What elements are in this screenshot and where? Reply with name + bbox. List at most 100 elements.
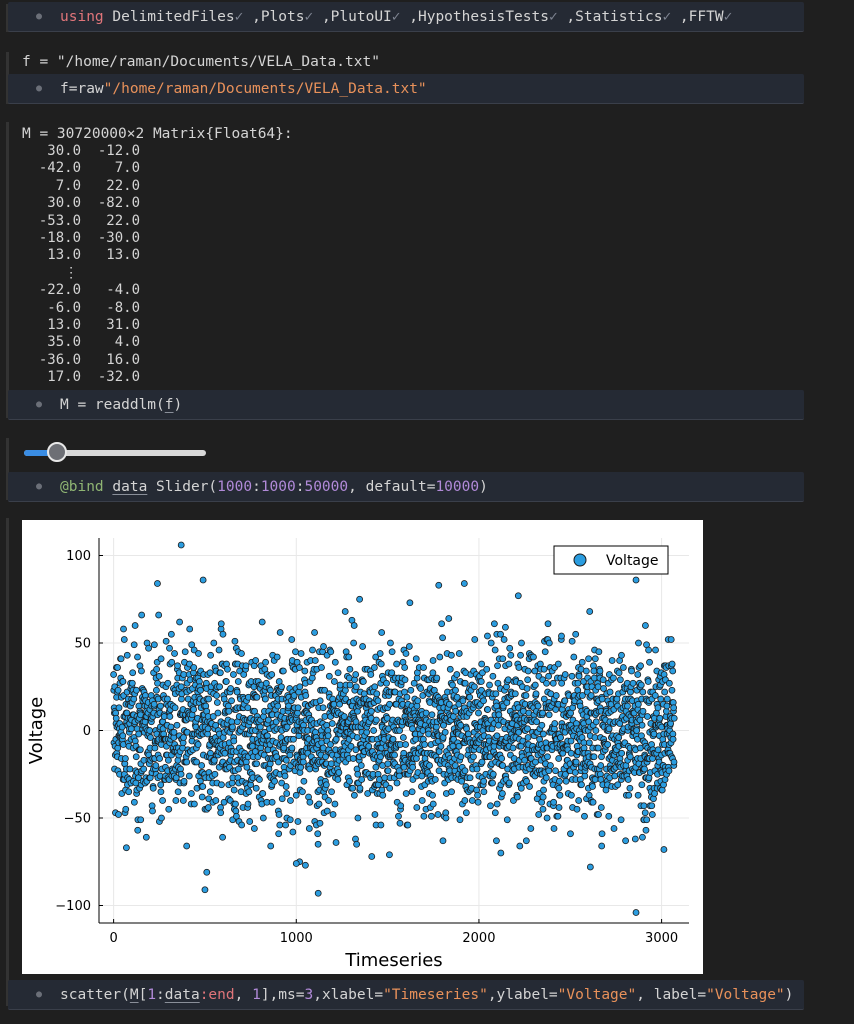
scatter-point [624, 776, 632, 783]
data-slider[interactable] [24, 442, 206, 462]
scatter-point [289, 828, 297, 836]
matrix-row: 17.0 -32.0 [22, 369, 141, 386]
scatter-point [595, 648, 603, 656]
scatter-point [586, 608, 594, 615]
scatter-point [165, 805, 173, 813]
scatter-point [670, 758, 678, 766]
scatter-point [426, 762, 433, 769]
code-cell-file[interactable]: ● f=raw"/home/raman/Documents/VELA_Data.… [8, 74, 804, 104]
scatter-point [315, 800, 323, 808]
scatter-point [561, 697, 569, 705]
scatter-point [110, 671, 118, 678]
scatter-point [552, 692, 560, 699]
scatter-point [203, 868, 211, 876]
scatter-point [201, 886, 209, 894]
slider-thumb[interactable] [47, 442, 68, 462]
scatter-point [190, 706, 198, 713]
scatter-point [197, 686, 204, 694]
code-close: ) [173, 397, 183, 413]
scatter-point [595, 811, 602, 818]
scatter-point [545, 711, 553, 719]
xlabel-kw: ,xlabel= [313, 987, 384, 1003]
cell-bullet: ● [36, 83, 43, 94]
code-cell-slider[interactable]: ● @bind data Slider(1000:1000:50000, def… [8, 472, 804, 502]
scatter-point [359, 643, 366, 650]
scatter-point [346, 681, 354, 689]
scatter-point [656, 714, 664, 722]
scatter-point [540, 665, 548, 673]
scatter-point [473, 765, 481, 773]
scatter-point [336, 681, 344, 689]
scatter-point [211, 770, 219, 778]
scatter-point [367, 707, 375, 715]
scatter-point [504, 676, 512, 684]
matrix-row: 30.0 -82.0 [22, 195, 141, 212]
scatter-point [406, 599, 414, 607]
scatter-point [314, 840, 322, 848]
scatter-point [365, 742, 373, 750]
scatter-point [306, 765, 314, 773]
scatter-point [487, 802, 494, 810]
scatter-point [637, 662, 644, 670]
scatter-point [154, 580, 161, 587]
cell-bullet: ● [36, 989, 43, 1000]
scatter-point [487, 639, 495, 647]
scatter-point [334, 776, 342, 783]
matrix-row: 30.0 -12.0 [22, 143, 141, 159]
scatter-point [610, 674, 617, 682]
scatter-point [407, 686, 415, 694]
scatter-point [350, 622, 358, 629]
scatter-point [435, 581, 443, 589]
scatter-point [547, 762, 554, 769]
scatter-point [608, 657, 616, 664]
scatter-point [346, 777, 353, 785]
scatter-point [155, 611, 163, 619]
scatter-point [409, 763, 417, 771]
scatter-point [319, 704, 327, 712]
scatter-point [494, 662, 501, 670]
scatter-point [250, 825, 258, 832]
scatter-point [217, 809, 225, 817]
scatter-point [542, 774, 550, 782]
y-tick-label: −100 [55, 899, 91, 914]
scatter-point [376, 650, 384, 657]
scatter-point [493, 837, 500, 845]
scatter-point [328, 720, 336, 727]
scatter-point [352, 683, 360, 691]
scatter-point [331, 800, 339, 808]
scatter-point [575, 797, 583, 804]
scatter-point [373, 690, 381, 698]
scatter-point [150, 700, 158, 708]
check-icon: ✓ [304, 9, 322, 25]
scatter-point [596, 667, 604, 675]
scatter-point [626, 784, 634, 792]
matrix-ellipsis: ⋮ [22, 264, 79, 281]
scatter-point [535, 811, 543, 818]
scatter-point [670, 714, 678, 722]
scatter-point [166, 713, 174, 720]
scatter-point [413, 804, 421, 811]
range-start: 1000 [217, 479, 253, 495]
scatter-point [524, 676, 532, 684]
scatter-point [149, 807, 156, 815]
scatter-point [568, 672, 576, 680]
scatter-point [320, 643, 327, 650]
matrix-row: -6.0 -8.0 [22, 299, 141, 316]
scatter-point [506, 644, 514, 652]
scatter-point [222, 678, 230, 685]
scatter-point [387, 639, 394, 647]
scatter-point [429, 800, 437, 808]
code-cell-scatter[interactable]: ● scatter(M[1:data:end, 1],ms=3,xlabel="… [8, 980, 804, 1010]
scatter-point [183, 758, 191, 766]
scatter-point [311, 629, 318, 636]
code-cell-using[interactable]: ● using DelimitedFiles✓ ,Plots✓ ,PlutoUI… [8, 2, 804, 32]
scatter-point [176, 618, 183, 626]
scatter-point [282, 756, 290, 764]
scatter-point [466, 693, 474, 701]
scatter-point [617, 816, 625, 824]
scatter-point [253, 760, 261, 768]
scatter-point [499, 655, 507, 663]
code-cell-readdlm[interactable]: ● M = readdlm(f) [8, 390, 804, 420]
scatter-point [499, 790, 506, 797]
package-name: DelimitedFiles [112, 9, 235, 25]
